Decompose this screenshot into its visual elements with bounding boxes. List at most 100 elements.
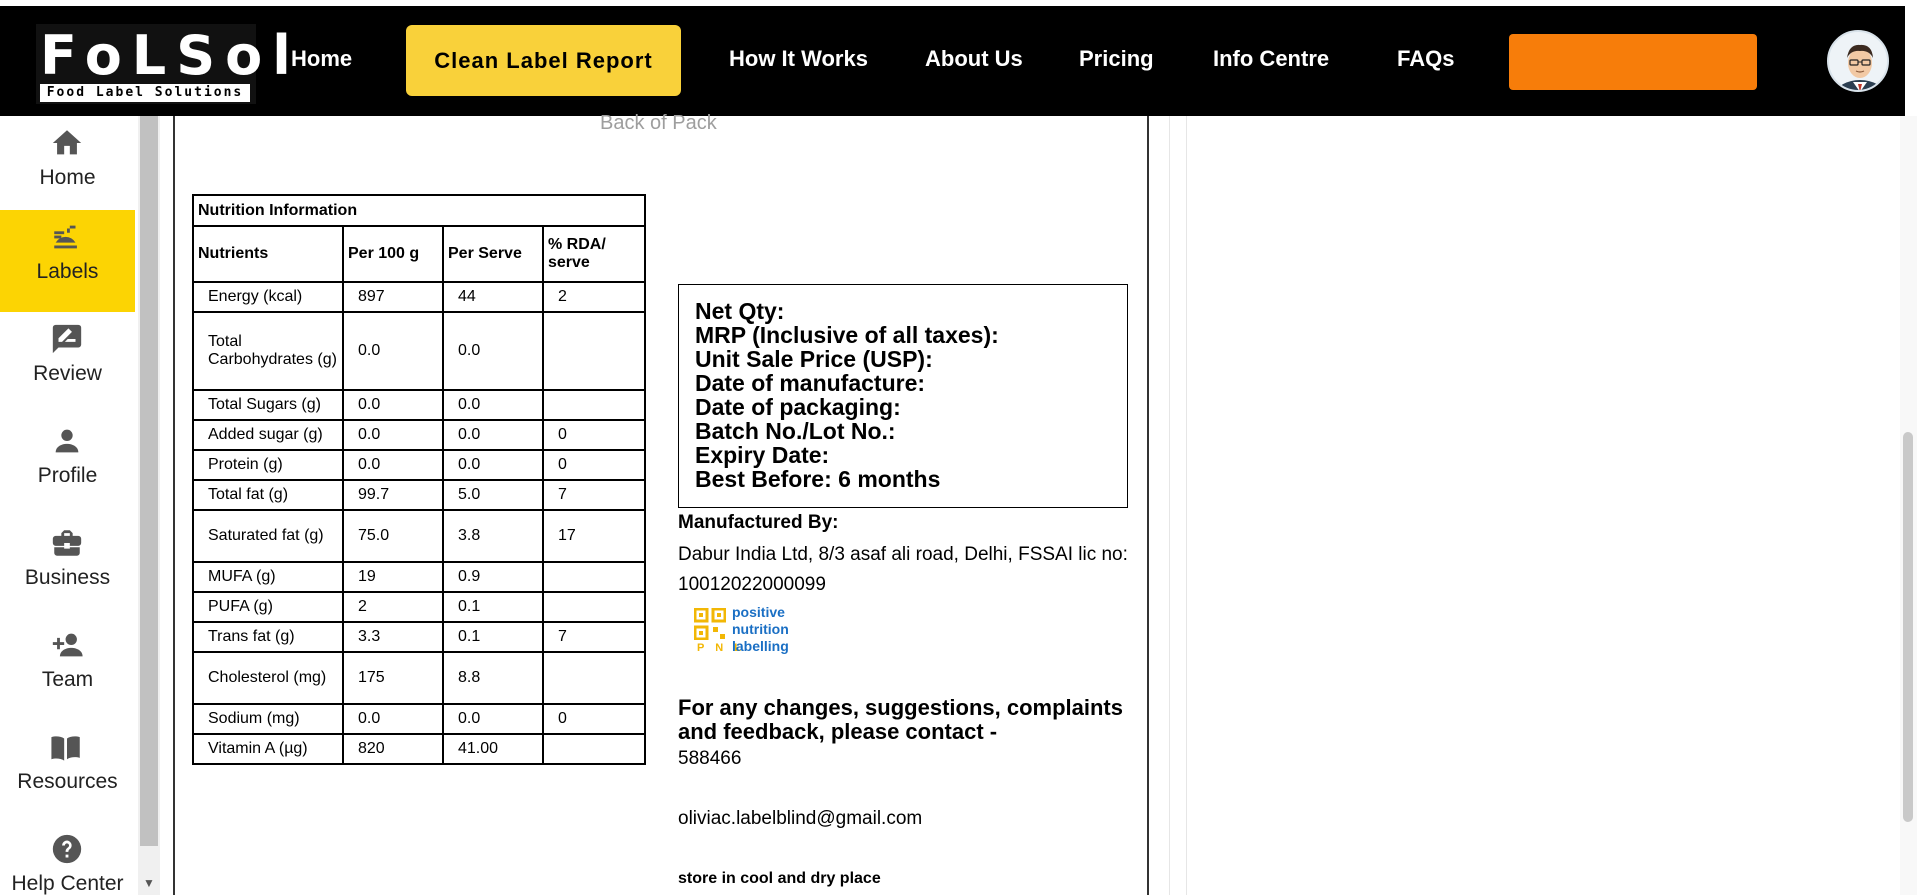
page-scroll-thumb[interactable] — [1903, 432, 1913, 822]
table-row: Vitamin A (µg) 820 41.00 — [192, 733, 646, 765]
pnl-word: nutrition — [732, 621, 789, 637]
nutrition-table-title: Nutrition Information — [192, 194, 646, 227]
scroll-down-arrow-icon[interactable]: ▼ — [143, 876, 155, 890]
storage-instructions: store in cool and dry place — [678, 870, 881, 887]
per-100g-cell: 3.3 — [342, 621, 444, 653]
per-serve-cell: 0.1 — [442, 621, 544, 653]
folsol-logo[interactable]: FoLSol Food Label Solutions — [36, 24, 291, 104]
nav-clean-label-report[interactable]: Clean Label Report — [406, 25, 681, 96]
right-panel-divider — [1169, 116, 1187, 895]
home-icon — [52, 130, 82, 155]
sidebar-item-review[interactable]: Review — [0, 312, 135, 414]
per-serve-cell: 0.0 — [442, 703, 544, 735]
nav-about-us[interactable]: About Us — [925, 46, 1023, 72]
rda-cell — [542, 389, 646, 421]
table-row: Trans fat (g) 3.3 0.1 7 — [192, 621, 646, 653]
nutrient-name-cell: Total Sugars (g) — [192, 389, 344, 421]
column-header: Per Serve — [442, 225, 544, 283]
nutrient-name-cell: Cholesterol (mg) — [192, 651, 344, 705]
table-row: Energy (kcal) 897 44 2 — [192, 281, 646, 313]
nutrient-name-cell: PUFA (g) — [192, 591, 344, 623]
nutrition-table-body: Energy (kcal) 897 44 2 Total Carbohydrates (… — [192, 281, 646, 765]
nav-faqs[interactable]: FAQs — [1397, 46, 1454, 72]
per-serve-cell: 0.1 — [442, 591, 544, 623]
table-row: MUFA (g) 19 0.9 — [192, 561, 646, 593]
resources-icon — [51, 736, 80, 761]
sidebar-item-labels[interactable]: Labels — [0, 210, 135, 312]
per-serve-cell: 5.0 — [442, 479, 544, 511]
nav-home[interactable]: Home — [291, 46, 352, 72]
per-serve-cell: 0.0 — [442, 419, 544, 451]
section-title: Back of Pack — [600, 112, 717, 134]
per-serve-cell: 3.8 — [442, 509, 544, 563]
manufacturer-text: Dabur India Ltd, 8/3 asaf ali road, Delh… — [678, 544, 1128, 595]
rda-cell: 7 — [542, 479, 646, 511]
sidebar-item-home[interactable]: Home — [0, 116, 135, 218]
review-icon — [52, 324, 82, 354]
cta-button[interactable] — [1509, 34, 1757, 90]
sidebar-item-resources[interactable]: Resources — [0, 720, 135, 822]
avatar-icon — [1837, 44, 1883, 90]
nutrient-name-cell: Total fat (g) — [192, 479, 344, 511]
pnl-logo: P N L positive nutrition labelling — [694, 604, 804, 658]
sidebar-item-profile[interactable]: Profile — [0, 414, 135, 516]
manufacturer-heading: Manufactured By: — [678, 512, 839, 533]
rda-cell: 0 — [542, 703, 646, 735]
nav-info-centre[interactable]: Info Centre — [1213, 46, 1329, 72]
batch-no: Batch No./Lot No.: — [695, 418, 896, 444]
per-serve-cell: 44 — [442, 281, 544, 313]
mrp: MRP (Inclusive of all taxes): — [695, 322, 999, 348]
sidebar-item-team[interactable]: Team — [0, 618, 135, 720]
per-100g-cell: 820 — [342, 733, 444, 765]
qr-icon — [694, 608, 726, 640]
per-serve-cell: 41.00 — [442, 733, 544, 765]
rda-cell: 2 — [542, 281, 646, 313]
per-100g-cell: 0.0 — [342, 449, 444, 481]
table-row: Added sugar (g) 0.0 0.0 0 — [192, 419, 646, 451]
sidebar-item-help-center[interactable]: Help Center — [0, 822, 135, 895]
expiry-date: Expiry Date: — [695, 442, 830, 468]
column-header: % RDA/ serve — [542, 225, 646, 283]
rda-cell — [542, 591, 646, 623]
table-row: Total Sugars (g) 0.0 0.0 — [192, 389, 646, 421]
nav-pricing[interactable]: Pricing — [1079, 46, 1154, 72]
per-serve-cell: 0.0 — [442, 389, 544, 421]
rda-cell: 0 — [542, 419, 646, 451]
page-scrollbar[interactable] — [1900, 116, 1917, 895]
sidebar-item-business[interactable]: Business — [0, 516, 135, 618]
sidebar-scroll-thumb[interactable] — [140, 116, 158, 846]
table-row: PUFA (g) 2 0.1 — [192, 591, 646, 623]
nutrient-name-cell: Vitamin A (µg) — [192, 733, 344, 765]
table-row: Saturated fat (g) 75.0 3.8 17 — [192, 509, 646, 563]
per-100g-cell: 19 — [342, 561, 444, 593]
logo-subtext: Food Label Solutions — [40, 84, 250, 102]
per-100g-cell: 897 — [342, 281, 444, 313]
per-serve-cell: 0.0 — [442, 311, 544, 391]
table-row: Total fat (g) 99.7 5.0 7 — [192, 479, 646, 511]
per-100g-cell: 0.0 — [342, 389, 444, 421]
per-100g-cell: 0.0 — [342, 703, 444, 735]
rda-cell: 7 — [542, 621, 646, 653]
business-icon — [52, 530, 82, 556]
best-before: Best Before: 6 months — [695, 466, 941, 492]
rda-cell — [542, 651, 646, 705]
sidebar-item-label: Profile — [37, 464, 98, 487]
nutrient-name-cell: MUFA (g) — [192, 561, 344, 593]
contact-heading: For any changes, suggestions, complaints… — [678, 695, 1123, 744]
declarations-box: Net Qty: MRP (Inclusive of all taxes): U… — [678, 284, 1128, 508]
nutrient-name-cell: Energy (kcal) — [192, 281, 344, 313]
rda-cell — [542, 561, 646, 593]
nav-how-it-works[interactable]: How It Works — [729, 46, 868, 72]
contact-phone: 588466 — [678, 748, 742, 769]
column-header: Nutrients — [192, 225, 344, 283]
per-100g-cell: 175 — [342, 651, 444, 705]
per-100g-cell: 2 — [342, 591, 444, 623]
sidebar-item-label: Help Center — [11, 872, 124, 895]
avatar[interactable] — [1827, 30, 1889, 92]
table-row: Total Carbohydrates (g) 0.0 0.0 — [192, 311, 646, 391]
pnl-word: labelling — [732, 638, 789, 654]
sidebar-scrollbar[interactable]: ▼ — [138, 116, 160, 895]
sidebar-item-label: Review — [33, 362, 102, 385]
per-100g-cell: 99.7 — [342, 479, 444, 511]
table-row: Sodium (mg) 0.0 0.0 0 — [192, 703, 646, 735]
